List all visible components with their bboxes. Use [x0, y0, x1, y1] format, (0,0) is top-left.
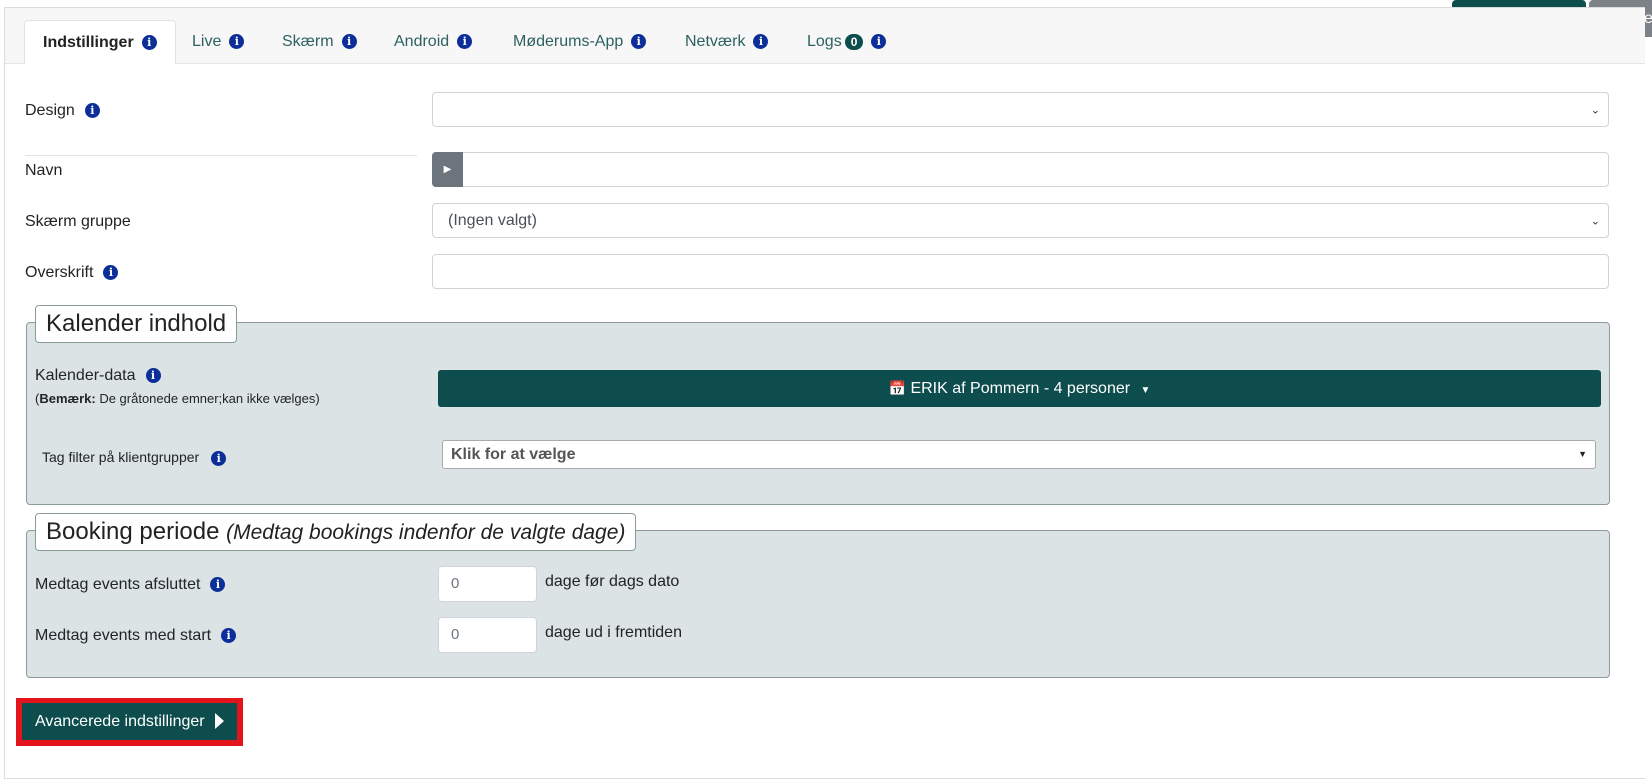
info-icon[interactable]: i [141, 35, 157, 51]
info-icon[interactable]: i [229, 34, 245, 50]
info-icon[interactable]: i [221, 628, 237, 644]
info-icon[interactable]: i [631, 34, 647, 50]
tab-label: Live [192, 33, 222, 50]
info-icon[interactable]: i [753, 34, 769, 50]
tab-label: Møderums-App [513, 33, 624, 50]
caret-down-icon: ▼ [1140, 384, 1151, 396]
info-icon[interactable]: i [341, 34, 357, 50]
booking-legend-text: Booking periode [46, 518, 220, 545]
caret-right-icon: ▶ [443, 164, 452, 175]
caret-down-icon: ▼ [1578, 449, 1587, 459]
calendar-icon: 📅 [888, 379, 906, 396]
advanced-settings-button[interactable]: Avancerede indstillinger [22, 703, 237, 740]
client-filter-placeholder: Klik for at vælge [451, 446, 576, 463]
info-icon[interactable]: i [84, 103, 100, 119]
expand-button[interactable]: ▶ [432, 152, 463, 187]
screen-group-label: Skærm gruppe [25, 213, 131, 230]
calendar-content-fieldset: Kalender indhold Kalender-data i (Bemærk:… [26, 305, 1610, 505]
advanced-settings-label: Avancerede indstillinger [35, 712, 205, 730]
tab-netvaerk[interactable]: Netværk i [685, 20, 769, 63]
calendar-select-button[interactable]: 📅 ERIK af Pommern - 4 personer ▼ [438, 370, 1601, 407]
calendar-note: (Bemærk: De gråtonede emner;kan ikke væl… [35, 391, 320, 406]
events-ended-label: Medtag events afsluttet i [35, 576, 226, 594]
events-start-label-text: Medtag events med start [35, 627, 212, 644]
chevron-down-icon: ⌄ [1590, 104, 1600, 116]
client-filter-label-text: Tag filter på klientgrupper [42, 449, 200, 465]
calendar-selected-text: ERIK af Pommern - 4 personer [910, 379, 1131, 397]
events-ended-input[interactable]: 0 [438, 566, 537, 602]
headline-label-text: Overskrift [25, 264, 94, 281]
booking-period-fieldset: Booking periode (Medtag bookings indenfo… [26, 513, 1610, 678]
design-label-text: Design [25, 102, 75, 119]
name-input[interactable]: ▶ [432, 152, 1609, 187]
tab-moederums-app[interactable]: Møderums-App i [513, 20, 647, 63]
screen-group-select[interactable]: (Ingen valgt) ⌄ [432, 203, 1609, 238]
client-filter-select[interactable]: Klik for at vælge ▼ [442, 440, 1596, 469]
advanced-button-highlight: Avancerede indstillinger [16, 698, 243, 746]
tab-indstillinger[interactable]: Indstillinger i [24, 20, 176, 64]
screen-group-value: (Ingen valgt) [448, 212, 537, 229]
tab-label: Logs [807, 33, 842, 50]
design-select[interactable]: ⌄ [432, 92, 1609, 127]
settings-panel: Indstillinger i Live i Skærm i Android i Mød… [4, 7, 1645, 779]
tab-live[interactable]: Live i [192, 20, 245, 63]
divider [25, 155, 417, 156]
tab-label: Skærm [282, 33, 334, 50]
note-text: De gråtonede emner;kan ikke vælges) [95, 391, 320, 406]
events-start-suffix: dage ud i fremtiden [545, 624, 682, 641]
booking-period-legend: Booking periode (Medtag bookings indenfo… [35, 513, 637, 551]
info-icon[interactable]: i [211, 450, 227, 466]
tab-skaerm[interactable]: Skærm i [282, 20, 357, 63]
note-bold: Bemærk: [39, 391, 96, 406]
events-ended-suffix: dage før dags dato [545, 573, 680, 590]
logs-count-badge: 0 [844, 33, 864, 50]
tab-label: Android [394, 33, 450, 50]
design-label: Design i [25, 102, 100, 120]
events-start-input[interactable]: 0 [438, 617, 537, 653]
chevron-down-icon: ⌄ [1590, 215, 1600, 227]
calendar-data-label-text: Kalender-data [35, 367, 136, 384]
events-start-label: Medtag events med start i [35, 627, 237, 645]
booking-legend-note: (Medtag bookings indenfor de valgte dage… [226, 521, 626, 544]
info-icon[interactable]: i [103, 265, 119, 281]
tab-android[interactable]: Android i [394, 20, 473, 63]
info-icon[interactable]: i [210, 577, 226, 593]
info-icon[interactable]: i [145, 368, 161, 384]
calendar-content-legend: Kalender indhold [35, 305, 238, 343]
info-icon[interactable]: i [457, 34, 473, 50]
tab-logs[interactable]: Logs 0 i [807, 20, 887, 63]
headline-label: Overskrift i [25, 264, 119, 282]
calendar-data-label: Kalender-data i [35, 367, 161, 385]
info-icon[interactable]: i [871, 34, 887, 50]
name-label: Navn [25, 162, 63, 179]
tab-bar: Indstillinger i Live i Skærm i Android i Mød… [5, 8, 1645, 64]
client-filter-label: Tag filter på klientgrupper i [42, 449, 227, 466]
tab-label: Indstillinger [43, 34, 134, 51]
events-ended-label-text: Medtag events afsluttet [35, 576, 201, 593]
caret-right-icon [214, 713, 224, 730]
tab-label: Netværk [685, 33, 746, 50]
headline-input[interactable] [432, 254, 1609, 289]
